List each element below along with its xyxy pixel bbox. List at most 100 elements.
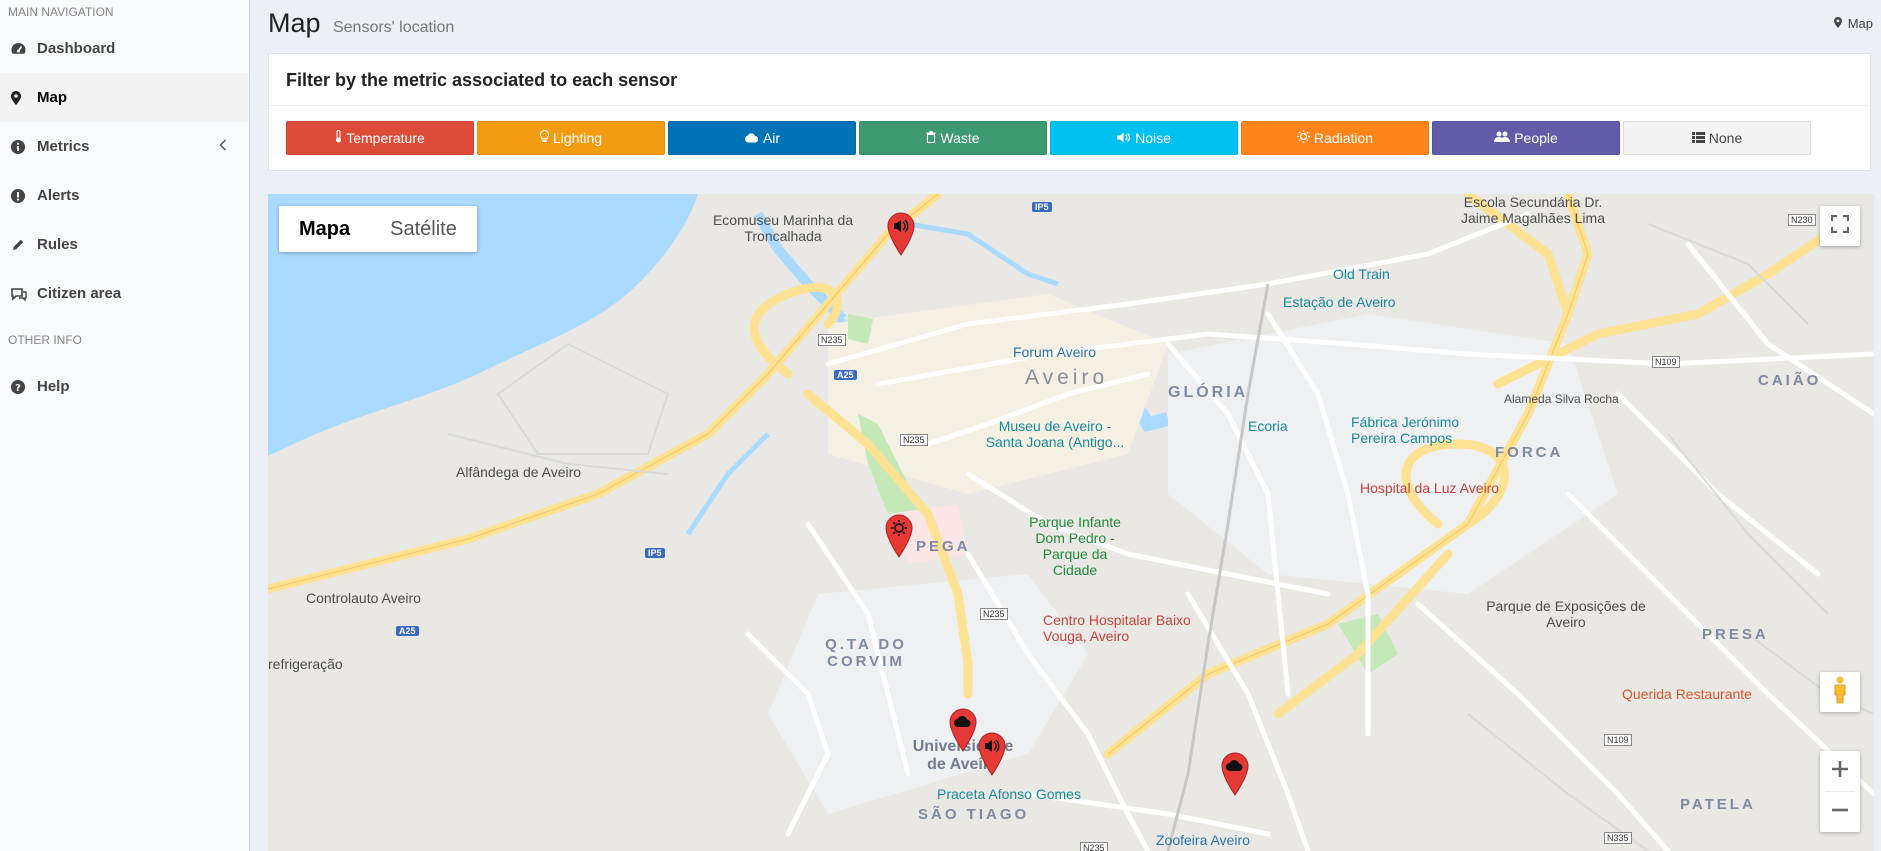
- chevron-left-icon[interactable]: [219, 138, 227, 155]
- sidebar-item-dashboard[interactable]: Dashboard: [0, 24, 249, 73]
- map-label-praceta: Praceta Afonso Gomes: [937, 786, 1081, 802]
- road-tag-n235-c: N235: [980, 608, 1008, 620]
- divider: [269, 105, 1870, 106]
- map-label-ecoria: Ecoria: [1248, 418, 1288, 434]
- sidebar-item-rules[interactable]: Rules: [0, 220, 249, 269]
- sensor-marker-air[interactable]: [1220, 752, 1250, 796]
- filter-air-button[interactable]: Air: [668, 121, 856, 155]
- road-tag-n230: N230: [1788, 214, 1816, 226]
- filter-waste-button[interactable]: Waste: [859, 121, 1047, 155]
- other-info-header: OTHER INFO: [8, 333, 82, 347]
- map-marker-icon: [1833, 16, 1842, 31]
- zoom-out-button[interactable]: [1831, 792, 1849, 832]
- map-label-centro-hospitalar: Centro Hospitalar Baixo Vouga, Aveiro: [1043, 612, 1191, 644]
- map-label-fabrica: Fábrica Jerónimo Pereira Campos: [1351, 414, 1460, 446]
- breadcrumb-label: Map: [1847, 16, 1873, 31]
- street-view-button[interactable]: [1820, 672, 1860, 712]
- map-label-controlauto: Controlauto Aveiro: [306, 590, 421, 606]
- button-label: Waste: [940, 130, 980, 146]
- filter-people-button[interactable]: People: [1432, 121, 1620, 155]
- sidebar-item-label: Citizen area: [37, 285, 122, 302]
- filter-noise-button[interactable]: Noise: [1050, 121, 1238, 155]
- button-label: People: [1514, 130, 1558, 146]
- map-label-patela: PATELA: [1680, 796, 1756, 813]
- road-tag-a25-west: A25: [396, 626, 419, 636]
- metric-filter-box: Filter by the metric associated to each …: [268, 53, 1871, 171]
- sidebar: MAIN NAVIGATION Dashboard Map Metrics Al…: [0, 0, 250, 851]
- plus-icon: [1831, 760, 1849, 783]
- sun-icon: [1296, 130, 1310, 146]
- filter-none-button[interactable]: None: [1623, 121, 1811, 155]
- road-tag-n235-b: N235: [900, 434, 928, 446]
- button-label: Air: [762, 130, 781, 146]
- sensor-marker-noise[interactable]: [977, 732, 1007, 776]
- sensor-marker-air[interactable]: [948, 708, 978, 752]
- map-label-hospital-luz: Hospital da Luz Aveiro: [1360, 480, 1500, 496]
- map-type-control: Mapa Satélite: [279, 206, 477, 252]
- button-label: None: [1708, 130, 1743, 146]
- page-title: Map: [268, 8, 321, 38]
- main-navigation-header: MAIN NAVIGATION: [8, 5, 114, 19]
- sensor-map[interactable]: Mapa Satélite IP5 A25 IP5 A25 N235 N235 …: [268, 194, 1874, 851]
- sidebar-item-label: Alerts: [37, 187, 80, 204]
- road-tag-n235: N235: [818, 334, 846, 346]
- sidebar-item-label: Metrics: [37, 138, 90, 155]
- sensor-marker-radiation[interactable]: [884, 514, 914, 558]
- map-label-corvim: Q.TA DO CORVIM: [825, 636, 907, 670]
- fullscreen-icon: [1830, 214, 1850, 238]
- thermometer-icon: [335, 130, 342, 146]
- sidebar-item-metrics[interactable]: Metrics: [0, 122, 249, 171]
- list-icon: [1691, 130, 1705, 146]
- pencil-icon: [11, 238, 37, 252]
- button-label: Noise: [1135, 130, 1171, 146]
- filter-temperature-button[interactable]: Temperature: [286, 121, 474, 155]
- filter-title: Filter by the metric associated to each …: [286, 70, 678, 90]
- map-label-escola: Escola Secundária Dr. Jaime Magalhães Li…: [1461, 194, 1605, 226]
- filter-lighting-button[interactable]: Lighting: [477, 121, 665, 155]
- map-label-alfandega: Alfândega de Aveiro: [456, 464, 582, 480]
- sidebar-item-label: Dashboard: [37, 40, 116, 57]
- map-label-estacao: Estação de Aveiro: [1283, 294, 1396, 310]
- filter-button-group: Temperature Lighting Air Waste Noise Rad…: [286, 121, 1811, 155]
- users-icon: [1494, 130, 1511, 146]
- map-label-caiao: CAIÃO: [1758, 372, 1822, 389]
- fullscreen-button[interactable]: [1820, 206, 1860, 246]
- road-tag-n109: N109: [1604, 734, 1632, 746]
- sensor-marker-noise[interactable]: [886, 212, 916, 256]
- breadcrumb[interactable]: Map: [1833, 16, 1873, 31]
- filter-radiation-button[interactable]: Radiation: [1241, 121, 1429, 155]
- sidebar-item-map[interactable]: Map: [0, 73, 249, 122]
- road-tag-n235-d: N235: [1080, 842, 1108, 851]
- cloud-icon: [744, 130, 759, 146]
- map-type-map-button[interactable]: Mapa: [279, 206, 370, 252]
- question-circle-icon: ?: [11, 379, 37, 394]
- map-label-zoofeira: Zoofeira Aveiro: [1156, 832, 1250, 848]
- sidebar-item-help[interactable]: ? Help: [0, 362, 249, 411]
- map-label-museu: Museu de Aveiro - Santa Joana (Antigo...: [985, 418, 1125, 450]
- trash-icon: [926, 130, 936, 146]
- map-label-alameda: Alameda Silva Rocha: [1504, 392, 1619, 406]
- zoom-in-button[interactable]: [1831, 751, 1849, 791]
- lightbulb-icon: [539, 129, 550, 146]
- sidebar-item-alerts[interactable]: Alerts: [0, 171, 249, 220]
- volume-icon: [1117, 130, 1131, 146]
- map-label-sao-tiago: SÃO TIAGO: [918, 806, 1030, 823]
- road-tag-n109-b: N109: [1652, 356, 1680, 368]
- road-tag-n335: N335: [1604, 832, 1632, 844]
- exclamation-circle-icon: [11, 188, 37, 203]
- map-label-pega: PEGA: [916, 538, 971, 555]
- map-label-forca: FORCA: [1495, 444, 1564, 461]
- sidebar-item-citizen-area[interactable]: Citizen area: [0, 269, 249, 318]
- minus-icon: [1831, 801, 1849, 824]
- svg-text:?: ?: [15, 383, 21, 394]
- road-tag-ip5: IP5: [1032, 202, 1052, 212]
- map-label-querida: Querida Restaurante: [1622, 686, 1752, 702]
- sidebar-item-label: Map: [37, 89, 67, 106]
- button-label: Radiation: [1313, 130, 1374, 146]
- map-label-refrigeracao: refrigeração: [268, 656, 343, 672]
- map-type-satellite-button[interactable]: Satélite: [370, 206, 477, 252]
- map-label-aveiro: Aveiro: [1025, 366, 1109, 389]
- page-subtitle: Sensors' location: [332, 19, 455, 36]
- zoom-control: [1820, 751, 1860, 832]
- map-label-forum: Forum Aveiro: [1013, 344, 1096, 360]
